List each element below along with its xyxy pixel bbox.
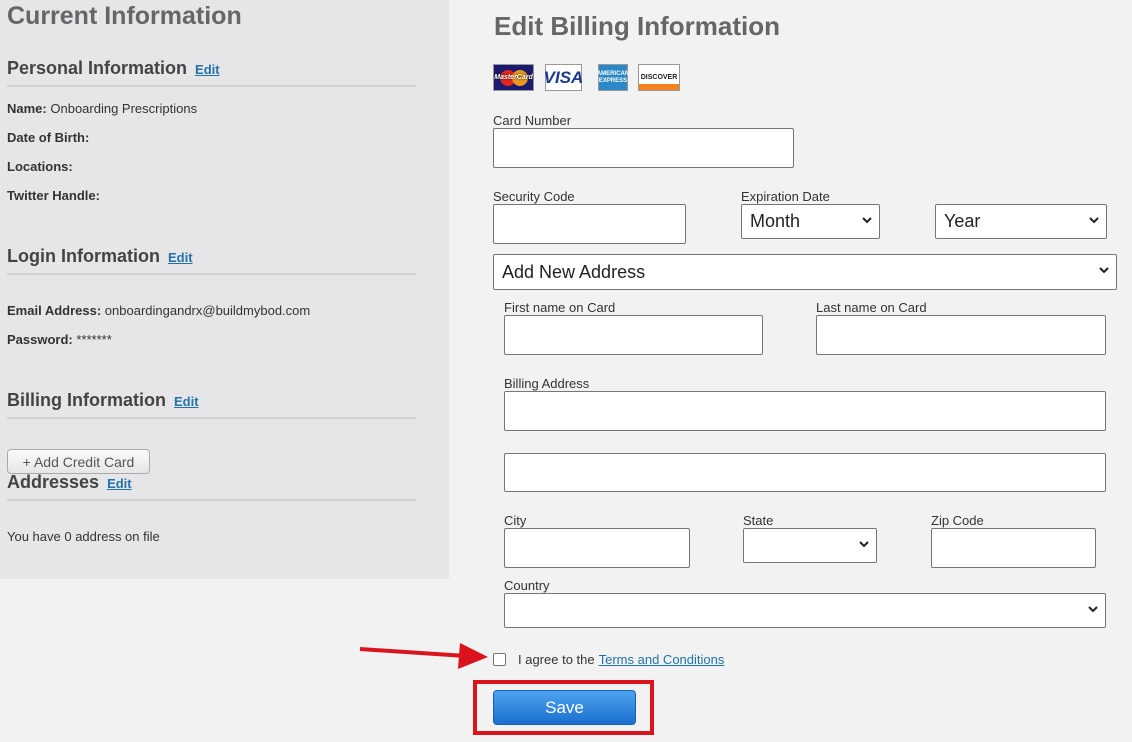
save-button[interactable]: Save bbox=[493, 690, 636, 725]
billing-address-line2-input[interactable] bbox=[504, 453, 1106, 492]
discover-logo-icon: DISCOVER bbox=[638, 64, 680, 91]
mastercard-logo-text: MasterCard bbox=[494, 74, 533, 81]
visa-logo-icon: VISA bbox=[544, 64, 583, 91]
chevron-down-icon bbox=[1099, 265, 1109, 275]
amex-logo-icon: AMERICAN EXPRESS bbox=[596, 64, 630, 91]
login-information-header: Login Information Edit bbox=[7, 246, 416, 275]
first-name-label: First name on Card bbox=[504, 300, 616, 315]
terms-checkbox[interactable] bbox=[493, 652, 506, 666]
first-name-input[interactable] bbox=[504, 315, 763, 355]
password-label: Password: bbox=[7, 332, 73, 347]
chevron-down-icon bbox=[859, 539, 869, 549]
edit-login-link[interactable]: Edit bbox=[168, 250, 193, 265]
chevron-down-icon bbox=[1089, 215, 1099, 225]
zip-code-label: Zip Code bbox=[931, 513, 984, 528]
email-value: onboardingandrx@buildmybod.com bbox=[104, 303, 311, 318]
addresses-summary: You have 0 address on file bbox=[7, 529, 160, 544]
expiration-year-select[interactable]: Year bbox=[935, 204, 1107, 239]
password-row: Password: ******* bbox=[7, 332, 112, 347]
edit-billing-title: Edit Billing Information bbox=[494, 11, 780, 41]
billing-address-label: Billing Address bbox=[504, 376, 590, 391]
locations-row: Locations: bbox=[7, 159, 73, 174]
state-select[interactable] bbox=[743, 528, 877, 563]
chevron-down-icon bbox=[862, 215, 872, 225]
name-row: Name: Onboarding Prescriptions bbox=[7, 101, 197, 116]
terms-and-conditions-link[interactable]: Terms and Conditions bbox=[599, 652, 725, 667]
addresses-title: Addresses bbox=[7, 472, 100, 492]
addresses-header: Addresses Edit bbox=[7, 472, 416, 501]
mastercard-logo-icon: MasterCard bbox=[493, 64, 534, 91]
address-select-value: Add New Address bbox=[502, 261, 646, 282]
current-information-panel: Current Information Personal Information… bbox=[0, 0, 449, 579]
terms-agreement: I agree to the Terms and Conditions bbox=[493, 650, 724, 668]
last-name-label: Last name on Card bbox=[816, 300, 927, 315]
edit-personal-link[interactable]: Edit bbox=[195, 62, 220, 77]
security-code-input[interactable] bbox=[493, 204, 686, 244]
twitter-row: Twitter Handle: bbox=[7, 188, 100, 203]
name-value: Onboarding Prescriptions bbox=[50, 101, 198, 116]
month-select-value: Month bbox=[750, 211, 801, 231]
dob-label: Date of Birth: bbox=[7, 130, 90, 145]
add-credit-card-button[interactable]: + Add Credit Card bbox=[7, 449, 150, 474]
agree-text: I agree to the bbox=[518, 651, 595, 667]
login-information-title: Login Information bbox=[7, 246, 160, 266]
personal-information-header: Personal Information Edit bbox=[7, 58, 416, 87]
edit-addresses-link[interactable]: Edit bbox=[107, 476, 132, 491]
dob-row: Date of Birth: bbox=[7, 130, 89, 145]
billing-address-select[interactable]: Add New Address bbox=[493, 254, 1117, 290]
zip-code-input[interactable] bbox=[931, 528, 1096, 568]
card-number-label: Card Number bbox=[493, 113, 572, 128]
year-select-value: Year bbox=[944, 211, 981, 231]
card-number-input[interactable] bbox=[493, 128, 794, 168]
email-label: Email Address: bbox=[7, 303, 102, 318]
city-label: City bbox=[504, 513, 527, 528]
amex-logo-text: AMERICAN EXPRESS bbox=[596, 70, 630, 84]
chevron-down-icon bbox=[1088, 604, 1098, 614]
current-information-title: Current Information bbox=[7, 2, 242, 30]
password-value: ******* bbox=[76, 332, 112, 347]
billing-information-header: Billing Information Edit bbox=[7, 390, 416, 419]
last-name-input[interactable] bbox=[816, 315, 1106, 355]
billing-information-title: Billing Information bbox=[7, 390, 166, 410]
security-code-label: Security Code bbox=[493, 189, 575, 204]
email-row: Email Address: onboardingandrx@buildmybo… bbox=[7, 303, 310, 318]
twitter-label: Twitter Handle: bbox=[7, 188, 100, 203]
name-label: Name: bbox=[7, 101, 47, 116]
edit-billing-link[interactable]: Edit bbox=[174, 394, 199, 409]
expiration-month-select[interactable]: Month bbox=[741, 204, 880, 239]
red-arrow-icon bbox=[359, 643, 488, 669]
country-select[interactable] bbox=[504, 593, 1106, 628]
country-label: Country bbox=[504, 578, 550, 593]
state-label: State bbox=[743, 513, 774, 528]
city-input[interactable] bbox=[504, 528, 690, 568]
expiration-date-label: Expiration Date bbox=[741, 189, 830, 204]
billing-address-line1-input[interactable] bbox=[504, 391, 1106, 431]
locations-label: Locations: bbox=[7, 159, 73, 174]
personal-information-title: Personal Information bbox=[7, 58, 188, 78]
